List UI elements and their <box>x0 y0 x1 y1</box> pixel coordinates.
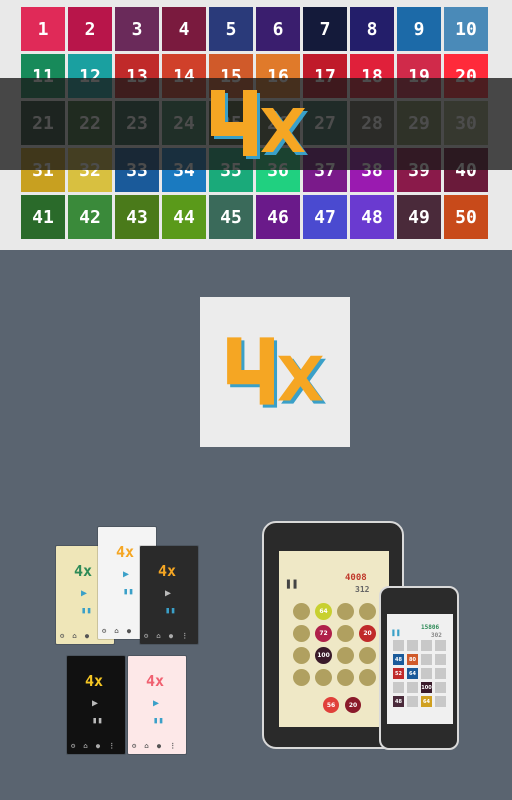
mini-logo-icon: 4x <box>116 543 135 561</box>
phone-board-cell[interactable] <box>421 640 432 651</box>
phone-board-cell[interactable] <box>435 640 446 651</box>
board-cell[interactable]: 100 <box>315 647 332 664</box>
board-cell[interactable] <box>293 603 310 620</box>
leaderboard-icon[interactable]: ▮▮ <box>81 606 92 616</box>
number-tile-45: 45 <box>209 195 253 239</box>
theme-preview-card: 4x ▶ ▮▮ ⚙ ⌂ ● ⋮ <box>67 656 125 754</box>
play-icon[interactable]: ▶ <box>165 588 171 599</box>
phone-board-cell[interactable] <box>421 668 432 679</box>
theme-preview-card: 4x ▶ ▮▮ ⚙ ⌂ ● ⋮ <box>128 656 186 754</box>
number-tile-48: 48 <box>350 195 394 239</box>
phone-board-cell[interactable] <box>435 668 446 679</box>
phone-device: ❚❚ 15806 302 48 80 52 64 100 48 64 <box>379 586 459 750</box>
board-cell[interactable] <box>359 647 376 664</box>
play-icon[interactable]: ▶ <box>81 588 87 599</box>
number-tile-4: 4 <box>162 7 206 51</box>
leaderboard-icon[interactable]: ▮▮ <box>165 606 176 616</box>
number-tile-2: 2 <box>68 7 112 51</box>
board-cell[interactable] <box>337 603 354 620</box>
play-icon[interactable]: ▶ <box>92 698 98 709</box>
tablet-subscore: 312 <box>355 585 370 594</box>
board-cell[interactable]: 20 <box>359 625 376 642</box>
play-icon[interactable]: ▶ <box>153 698 159 709</box>
number-tile-7: 7 <box>303 7 347 51</box>
phone-subscore: 302 <box>431 632 442 639</box>
board-cell[interactable] <box>337 647 354 664</box>
number-tile-47: 47 <box>303 195 347 239</box>
mini-logo-icon: 4x <box>85 672 104 690</box>
footer-icons[interactable]: ⚙ ⌂ ● ⋮ <box>144 632 190 640</box>
app-icon-4x-logo-icon <box>227 337 326 408</box>
number-tile-42: 42 <box>68 195 112 239</box>
board-cell[interactable]: 72 <box>315 625 332 642</box>
banner-4x-logo-icon <box>211 90 308 159</box>
phone-board-cell[interactable] <box>435 682 446 693</box>
mini-logo-icon: 4x <box>158 562 177 580</box>
phone-board-cell[interactable] <box>421 654 432 665</box>
number-tile-10: 10 <box>444 7 488 51</box>
board-cell[interactable] <box>293 647 310 664</box>
board-cell[interactable] <box>293 625 310 642</box>
phone-number-tile: 52 <box>393 668 404 679</box>
phone-score: 15806 <box>421 624 440 631</box>
phone-number-tile: 64 <box>407 668 418 679</box>
phone-board-cell[interactable] <box>407 682 418 693</box>
phone-board-cell[interactable] <box>393 682 404 693</box>
phone-number-tile: 48 <box>393 696 404 707</box>
phone-board-cell[interactable] <box>407 696 418 707</box>
board-cell[interactable] <box>337 625 354 642</box>
phone-number-tile: 80 <box>407 654 418 665</box>
board-cell[interactable]: 64 <box>315 603 332 620</box>
leaderboard-icon[interactable]: ▮▮ <box>92 716 103 726</box>
phone-board-cell[interactable] <box>393 640 404 651</box>
phone-board-cell[interactable] <box>435 696 446 707</box>
mini-logo-icon: 4x <box>146 672 165 690</box>
phone-number-tile: 64 <box>421 696 432 707</box>
number-tile-3: 3 <box>115 7 159 51</box>
play-icon[interactable]: ▶ <box>123 569 129 580</box>
next-tile: 20 <box>345 697 361 713</box>
phone-game-screen: ❚❚ 15806 302 48 80 52 64 100 48 64 <box>387 614 453 724</box>
tablet-game-screen: ❚❚ 4008 312 64 72 20 100 56 20 <box>279 551 389 727</box>
number-tile-1: 1 <box>21 7 65 51</box>
number-tile-49: 49 <box>397 195 441 239</box>
footer-icons[interactable]: ⚙ ⌂ ● ⋮ <box>132 742 178 750</box>
number-tile-46: 46 <box>256 195 300 239</box>
board-cell[interactable] <box>315 669 332 686</box>
pause-icon[interactable]: ❚❚ <box>285 577 298 590</box>
theme-preview-card: 4x ▶ ▮▮ ⚙ ⌂ ● ⋮ <box>140 546 198 644</box>
number-tile-6: 6 <box>256 7 300 51</box>
leaderboard-icon[interactable]: ▮▮ <box>153 716 164 726</box>
board-cell[interactable] <box>293 669 310 686</box>
phone-pause-icon[interactable]: ❚❚ <box>391 628 401 637</box>
board-cell[interactable] <box>359 603 376 620</box>
number-tile-50: 50 <box>444 195 488 239</box>
phone-number-tile: 100 <box>421 682 432 693</box>
app-icon-card <box>200 297 350 447</box>
next-tile: 56 <box>323 697 339 713</box>
tablet-score: 4008 <box>345 573 367 583</box>
number-tile-44: 44 <box>162 195 206 239</box>
phone-board-cell[interactable] <box>435 654 446 665</box>
footer-icons[interactable]: ⚙ ⌂ ● ⋮ <box>71 742 117 750</box>
number-tile-8: 8 <box>350 7 394 51</box>
board-cell[interactable] <box>359 669 376 686</box>
phone-board-cell[interactable] <box>407 640 418 651</box>
number-tile-5: 5 <box>209 7 253 51</box>
number-tile-41: 41 <box>21 195 65 239</box>
board-cell[interactable] <box>337 669 354 686</box>
phone-number-tile: 48 <box>393 654 404 665</box>
number-tile-9: 9 <box>397 7 441 51</box>
number-tile-43: 43 <box>115 195 159 239</box>
mini-logo-icon: 4x <box>74 562 93 580</box>
leaderboard-icon[interactable]: ▮▮ <box>123 587 134 597</box>
